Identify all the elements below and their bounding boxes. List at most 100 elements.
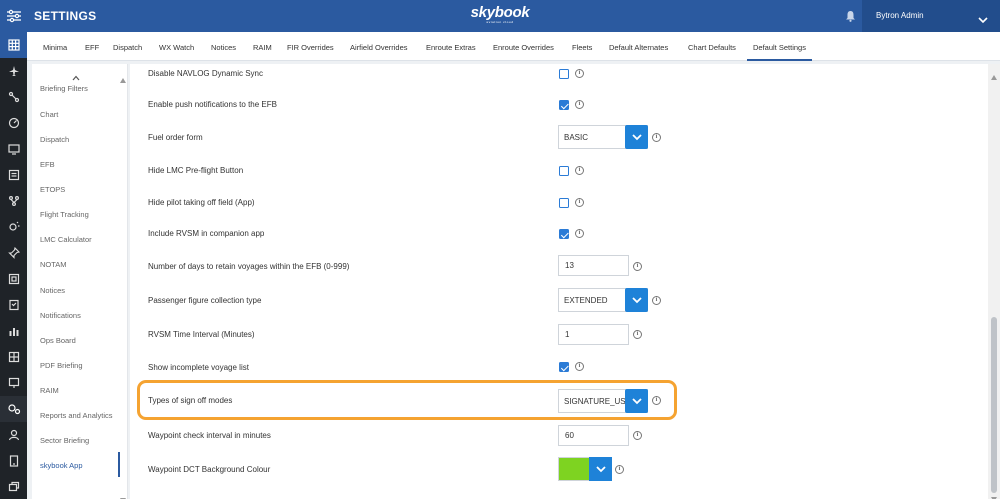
tab-default-alternates[interactable]: Default Alternates bbox=[609, 32, 668, 61]
hide-pilot-field-checkbox[interactable] bbox=[559, 198, 569, 208]
setting-label: Waypoint check interval in minutes bbox=[148, 431, 271, 440]
info-icon[interactable]: i bbox=[633, 431, 642, 440]
info-icon[interactable]: i bbox=[575, 69, 584, 78]
include-rvsm-checkbox[interactable] bbox=[559, 229, 569, 239]
settings-gears-icon[interactable] bbox=[0, 396, 27, 422]
select-value: EXTENDED bbox=[564, 296, 608, 305]
info-icon[interactable]: i bbox=[652, 296, 661, 305]
sidebar-item-efb[interactable]: EFB bbox=[40, 160, 55, 169]
tab-fir-overrides[interactable]: FIR Overrides bbox=[287, 32, 334, 61]
chevron-down-icon[interactable] bbox=[625, 125, 648, 149]
waypoint-check-interval-input[interactable] bbox=[558, 425, 629, 446]
setting-label: Number of days to retain voyages within … bbox=[148, 262, 350, 271]
checklist-icon[interactable] bbox=[0, 292, 27, 318]
user-menu[interactable]: Bytron Admin bbox=[862, 0, 1000, 32]
chevron-down-icon[interactable] bbox=[625, 389, 648, 413]
push-notifications-checkbox[interactable] bbox=[559, 100, 569, 110]
passenger-figure-type-select[interactable]: EXTENDED bbox=[558, 288, 648, 312]
sidebar-item-etops[interactable]: ETOPS bbox=[40, 185, 65, 194]
windows-icon[interactable] bbox=[0, 474, 27, 499]
user-icon[interactable] bbox=[0, 422, 27, 448]
tab-wx-watch[interactable]: WX Watch bbox=[159, 32, 194, 61]
setting-label: Hide LMC Pre-flight Button bbox=[148, 166, 244, 175]
tab-dispatch[interactable]: Dispatch bbox=[113, 32, 142, 61]
document-icon[interactable] bbox=[0, 162, 27, 188]
setting-label: Show incomplete voyage list bbox=[148, 363, 249, 372]
sidebar-item-pdf-briefing[interactable]: PDF Briefing bbox=[40, 361, 83, 370]
rvsm-time-interval-input[interactable] bbox=[558, 324, 629, 345]
setting-label: RVSM Time Interval (Minutes) bbox=[148, 330, 255, 339]
bell-icon[interactable] bbox=[845, 9, 856, 27]
tab-minima[interactable]: Minima bbox=[43, 32, 67, 61]
main-scrollbar[interactable] bbox=[988, 64, 1000, 499]
setting-label: Include RVSM in companion app bbox=[148, 229, 265, 238]
colour-swatch[interactable] bbox=[559, 458, 589, 480]
tab-fleets[interactable]: Fleets bbox=[572, 32, 592, 61]
setting-label: Disable NAVLOG Dynamic Sync bbox=[148, 69, 263, 78]
settings-sidebar: Briefing Filters Chart Dispatch EFB ETOP… bbox=[32, 64, 128, 499]
info-icon[interactable]: i bbox=[575, 100, 584, 109]
chevron-down-icon[interactable] bbox=[589, 457, 612, 481]
tab-default-settings[interactable]: Default Settings bbox=[747, 32, 812, 61]
sidebar-item-briefing-filters[interactable]: Briefing Filters bbox=[40, 84, 88, 93]
layout-icon[interactable] bbox=[0, 344, 27, 370]
scroll-down-arrow-icon[interactable] bbox=[120, 490, 126, 499]
scroll-up-arrow-icon[interactable] bbox=[991, 67, 997, 85]
sidebar-item-ops-board[interactable]: Ops Board bbox=[40, 336, 76, 345]
info-icon[interactable]: i bbox=[633, 262, 642, 271]
info-icon[interactable]: i bbox=[575, 362, 584, 371]
tab-airfield-overrides[interactable]: Airfield Overrides bbox=[350, 32, 408, 61]
tab-raim[interactable]: RAIM bbox=[253, 32, 272, 61]
sidebar-item-lmc-calculator[interactable]: LMC Calculator bbox=[40, 235, 92, 244]
sidebar-item-sector-briefing[interactable]: Sector Briefing bbox=[40, 436, 89, 445]
monitor-icon[interactable] bbox=[0, 136, 27, 162]
show-incomplete-voyages-checkbox[interactable] bbox=[559, 362, 569, 372]
sidebar-item-dispatch[interactable]: Dispatch bbox=[40, 135, 69, 144]
scroll-up-arrow-icon[interactable] bbox=[120, 70, 126, 88]
sign-off-modes-select[interactable]: SIGNATURE_USER bbox=[558, 389, 648, 413]
bar-chart-icon[interactable] bbox=[0, 318, 27, 344]
menu-sliders-icon[interactable] bbox=[0, 0, 27, 32]
scroll-down-arrow-icon[interactable] bbox=[991, 489, 997, 499]
sidebar-item-notices[interactable]: Notices bbox=[40, 286, 65, 295]
sidebar-item-reports-and-analytics[interactable]: Reports and Analytics bbox=[40, 411, 113, 420]
skybook-logo: skybook aviation cloud bbox=[470, 4, 530, 24]
info-icon[interactable]: i bbox=[633, 330, 642, 339]
sidebar-item-raim[interactable]: RAIM bbox=[40, 386, 59, 395]
sidebar-item-chart[interactable]: Chart bbox=[40, 110, 58, 119]
info-icon[interactable]: i bbox=[575, 229, 584, 238]
scrollbar-thumb[interactable] bbox=[991, 317, 997, 493]
tab-enroute-overrides[interactable]: Enroute Overrides bbox=[493, 32, 554, 61]
screen-icon[interactable] bbox=[0, 370, 27, 396]
fuel-order-form-select[interactable]: BASIC bbox=[558, 125, 648, 149]
info-icon[interactable]: i bbox=[575, 198, 584, 207]
info-icon[interactable]: i bbox=[652, 133, 661, 142]
setting-label: Hide pilot taking off field (App) bbox=[148, 198, 255, 207]
grid-icon[interactable] bbox=[0, 32, 27, 58]
info-icon[interactable]: i bbox=[575, 166, 584, 175]
hide-lmc-button-checkbox[interactable] bbox=[559, 166, 569, 176]
pin-icon[interactable] bbox=[0, 240, 27, 266]
sidebar-item-skybook-app[interactable]: skybook App bbox=[40, 461, 83, 470]
waypoint-dct-colour-picker[interactable] bbox=[558, 457, 612, 481]
chevron-down-icon[interactable] bbox=[625, 288, 648, 312]
plane-icon[interactable] bbox=[0, 58, 27, 84]
gauge-icon[interactable] bbox=[0, 110, 27, 136]
info-icon[interactable]: i bbox=[652, 396, 661, 405]
sidebar-item-notam[interactable]: NOTAM bbox=[40, 260, 67, 269]
retain-voyages-days-input[interactable] bbox=[558, 255, 629, 276]
disable-navlog-sync-checkbox[interactable] bbox=[559, 69, 569, 79]
board-icon[interactable] bbox=[0, 266, 27, 292]
tab-eff[interactable]: EFF bbox=[85, 32, 99, 61]
tab-chart-defaults[interactable]: Chart Defaults bbox=[688, 32, 736, 61]
tablet-icon[interactable] bbox=[0, 448, 27, 474]
weather-icon[interactable] bbox=[0, 214, 27, 240]
route-icon[interactable] bbox=[0, 84, 27, 110]
tab-enroute-extras[interactable]: Enroute Extras bbox=[426, 32, 476, 61]
sidebar-item-notifications[interactable]: Notifications bbox=[40, 311, 81, 320]
setting-label: Waypoint DCT Background Colour bbox=[148, 465, 271, 474]
info-icon[interactable]: i bbox=[615, 465, 624, 474]
tab-notices[interactable]: Notices bbox=[211, 32, 236, 61]
sidebar-item-flight-tracking[interactable]: Flight Tracking bbox=[40, 210, 89, 219]
network-icon[interactable] bbox=[0, 188, 27, 214]
